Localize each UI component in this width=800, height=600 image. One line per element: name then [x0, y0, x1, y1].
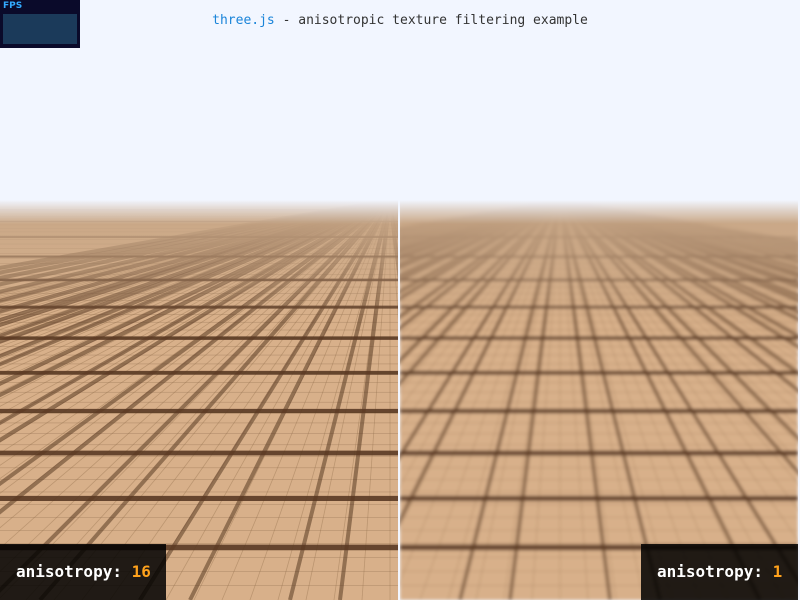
render-view-right[interactable]: anisotropy: 1	[400, 200, 798, 600]
render-view-left[interactable]: anisotropy: 16	[0, 200, 398, 600]
anisotropy-label-right: anisotropy: 1	[641, 544, 798, 600]
anisotropy-value-left: 16	[131, 562, 151, 581]
threejs-link[interactable]: three.js	[212, 13, 275, 28]
floor-render-left	[0, 200, 398, 600]
anisotropy-value-right: 1	[772, 562, 783, 581]
page-title: three.js - anisotropic texture filtering…	[0, 13, 800, 28]
anisotropy-text-left: anisotropy:	[16, 562, 132, 581]
fps-label: FPS	[3, 1, 23, 11]
title-text: - anisotropic texture filtering example	[274, 13, 588, 28]
anisotropy-label-left: anisotropy: 16	[0, 544, 166, 600]
floor-render-right	[400, 200, 798, 600]
anisotropy-text-right: anisotropy:	[657, 562, 773, 581]
